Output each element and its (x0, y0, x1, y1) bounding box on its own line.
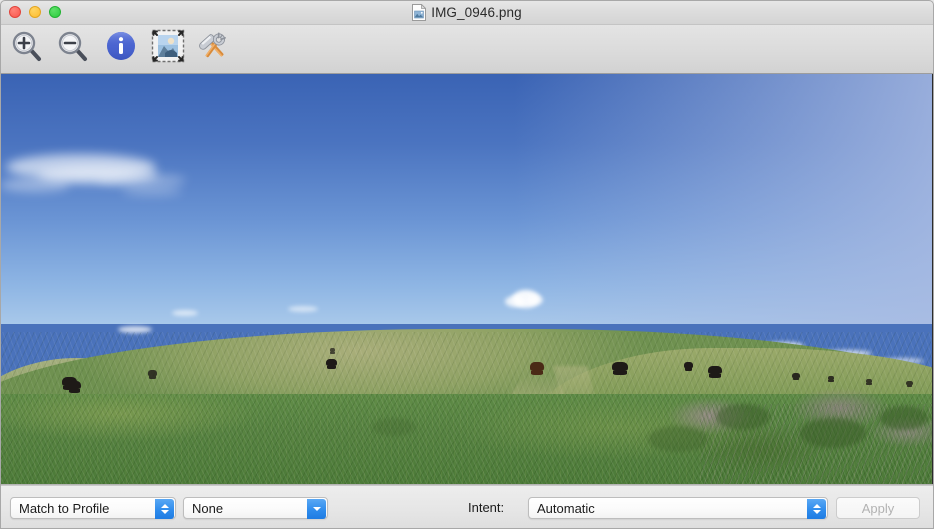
tools-button[interactable] (190, 25, 238, 72)
close-button[interactable] (9, 6, 21, 18)
match-mode-value: Match to Profile (19, 500, 110, 516)
up-down-chevron-icon (807, 499, 826, 519)
photo-landscape-cattle (0, 74, 934, 484)
up-down-chevron-icon (155, 499, 174, 519)
hammer-wrench-icon (197, 30, 231, 67)
image-canvas[interactable] (0, 74, 934, 485)
magnifier-plus-icon (11, 30, 43, 67)
sky-region (0, 74, 934, 324)
cow (792, 373, 800, 381)
color-match-bar: Match to Profile None Intent: Automatic … (0, 485, 934, 529)
info-button[interactable] (97, 25, 145, 72)
apply-button[interactable]: Apply (836, 497, 920, 519)
cow (612, 362, 628, 376)
window-titlebar[interactable]: IMG_0946.png (0, 0, 934, 25)
cow (866, 379, 872, 385)
cow (326, 359, 337, 370)
cow (68, 381, 81, 393)
profile-popup[interactable]: None (183, 497, 328, 519)
zoom-in-button[interactable] (3, 25, 51, 72)
cow-brown (530, 362, 544, 376)
intent-label: Intent: (468, 500, 505, 515)
image-resize-icon (151, 29, 185, 68)
down-chevron-icon (307, 499, 326, 519)
profile-value: None (192, 500, 224, 516)
match-mode-popup[interactable]: Match to Profile (10, 497, 176, 519)
cow (906, 381, 913, 387)
intent-value: Automatic (537, 500, 595, 516)
cow (708, 366, 722, 378)
zoom-out-button[interactable] (49, 25, 97, 72)
window-title-group: IMG_0946.png (0, 0, 934, 25)
resize-button[interactable] (144, 25, 192, 72)
toolbar (0, 25, 934, 74)
cow (828, 376, 834, 382)
image-viewer-window: IMG_0946.png Match to Profile None Inten… (0, 0, 934, 529)
intent-popup[interactable]: Automatic (528, 497, 828, 519)
cow (330, 348, 335, 354)
zoom-button[interactable] (49, 6, 61, 18)
image-document-icon (412, 3, 427, 21)
cow (684, 362, 693, 371)
traffic-light-group (9, 6, 61, 18)
info-circle-icon (105, 30, 137, 67)
minimize-button[interactable] (29, 6, 41, 18)
cow (148, 370, 157, 379)
image-left-edge (0, 74, 1, 484)
window-title: IMG_0946.png (431, 5, 522, 20)
magnifier-minus-icon (57, 30, 89, 67)
